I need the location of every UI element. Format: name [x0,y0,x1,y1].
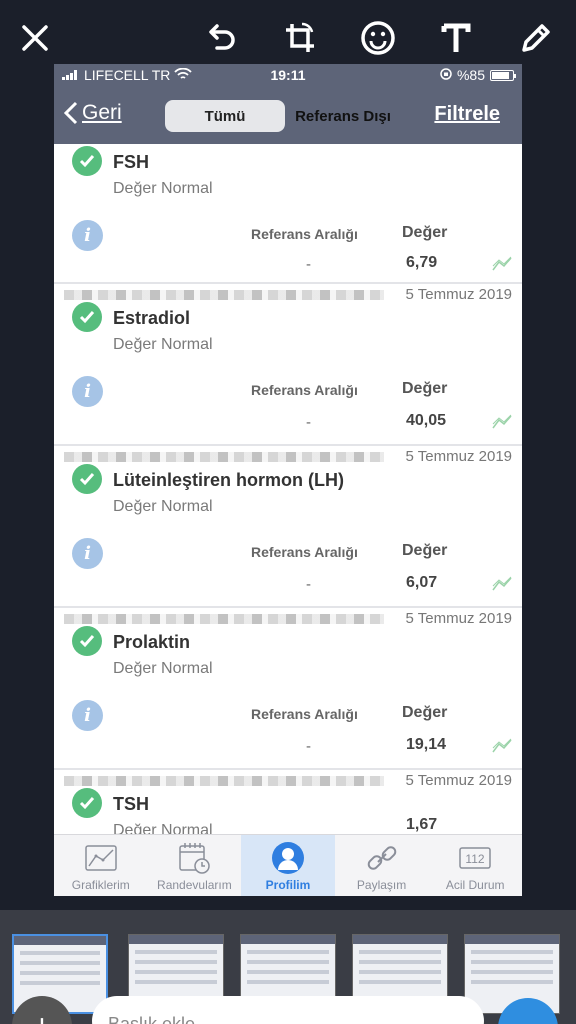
nav-bar: Geri Tümü Referans Dışı Filtrele [54,86,522,144]
emoji-icon[interactable] [356,16,400,60]
ref-range-label: Referans Aralığı [251,544,358,560]
test-value: 6,07 [406,574,438,591]
result-date: 5 Temmuz 2019 [405,772,512,789]
segment-out-of-range[interactable]: Referans Dışı [285,100,401,132]
ref-range-label: Referans Aralığı [251,226,358,242]
segmented-control: Tümü Referans Dışı [165,100,401,132]
profile-icon [271,842,304,874]
ref-range-value: - [306,576,311,593]
chart-icon [85,845,117,871]
test-name: TSH [113,794,149,814]
test-value: 1,67 [406,816,438,833]
test-value: 6,79 [406,254,438,271]
redacted-text [64,290,384,300]
ref-range-value: - [306,738,311,755]
result-card[interactable]: 5 Temmuz 2019 Prolaktin Değer Normal i R… [54,608,522,770]
result-card[interactable]: 5 Temmuz 2019 Estradiol Değer Normal i R… [54,284,522,446]
trend-icon[interactable] [492,576,512,592]
segment-all[interactable]: Tümü [165,100,285,132]
test-status: Değer Normal [113,336,213,353]
ref-range-label: Referans Aralığı [251,706,358,722]
value-label: Değer [402,542,448,559]
test-status: Değer Normal [113,660,213,677]
check-icon [72,788,102,818]
chevron-left-icon [64,101,78,125]
test-name: Prolaktin [113,632,191,652]
trend-icon[interactable] [492,414,512,430]
emergency-112-icon: 112 [459,847,491,869]
result-date: 5 Temmuz 2019 [405,286,512,303]
trend-icon[interactable] [492,256,512,272]
thumbnail-strip: + Başlık ekle... [0,910,576,1024]
tab-label: Profilim [265,878,311,892]
ref-range-value: - [306,256,311,273]
test-name: Estradiol [113,308,191,328]
tab-charts[interactable]: Grafiklerim [54,835,148,896]
back-button[interactable]: Geri [64,101,122,125]
test-name: Lüteinleştiren hormon (LH) [113,470,344,490]
result-card[interactable]: FSH Değer Normal i Referans Aralığı - De… [54,144,522,284]
check-icon [72,464,102,494]
trend-icon[interactable] [492,738,512,754]
caption-input[interactable]: Başlık ekle... [92,996,484,1024]
check-icon [72,302,102,332]
value-label: Değer [402,704,448,721]
test-status: Değer Normal [113,180,213,197]
info-icon[interactable]: i [72,700,103,731]
calendar-icon [179,843,211,874]
test-value: 40,05 [406,412,447,429]
close-icon[interactable] [13,16,57,60]
info-icon[interactable]: i [72,376,103,407]
carrier-name: LIFECELL TR [84,67,171,83]
tab-bar: Grafiklerim Randevularım Profilim Paylaş… [54,834,522,896]
ref-range-value: - [306,414,311,431]
results-list: FSH Değer Normal i Referans Aralığı - De… [54,144,522,840]
battery-percent: %85 [456,67,485,83]
redacted-text [64,614,384,624]
test-status: Değer Normal [113,498,213,515]
ref-range-label: Referans Aralığı [251,382,358,398]
filter-button[interactable]: Filtrele [434,103,500,126]
tab-profile[interactable]: Profilim [241,835,335,896]
text-icon[interactable] [434,16,478,60]
test-value: 19,14 [406,736,447,753]
result-date: 5 Temmuz 2019 [405,610,512,627]
battery-icon [490,69,516,81]
crop-rotate-icon[interactable] [278,16,322,60]
screenshot: LIFECELL TR 19:11 %85 Geri Tümü Referans… [54,64,522,896]
signal-icon [62,70,77,80]
result-card[interactable]: 5 Temmuz 2019 TSH Değer Normal 1,67 [54,770,522,840]
editor-toolbar [0,0,576,64]
link-icon [367,846,396,870]
tab-label: Grafiklerim [71,878,130,892]
result-date: 5 Temmuz 2019 [405,448,512,465]
info-icon[interactable]: i [72,538,103,569]
tab-emergency[interactable]: 112 Acil Durum [428,835,522,896]
pen-icon[interactable] [514,16,558,60]
value-label: Değer [402,380,448,397]
check-icon [72,146,102,176]
result-card[interactable]: 5 Temmuz 2019 Lüteinleştiren hormon (LH)… [54,446,522,608]
check-icon [72,626,102,656]
redacted-text [64,776,384,786]
undo-icon[interactable] [199,16,243,60]
test-name: FSH [113,152,149,172]
status-bar: LIFECELL TR 19:11 %85 [54,64,522,86]
value-label: Değer [402,224,448,241]
tab-label: Acil Durum [445,878,505,892]
tab-appointments[interactable]: Randevularım [148,835,242,896]
orientation-lock-icon [440,67,452,83]
tab-share[interactable]: Paylaşım [335,835,429,896]
tab-label: Randevularım [157,878,232,892]
tab-label: Paylaşım [356,878,407,892]
back-label: Geri [82,101,122,124]
info-icon[interactable]: i [72,220,103,251]
redacted-text [64,452,384,462]
emergency-badge: 112 [466,852,485,866]
battery-fill [492,71,509,79]
wifi-icon [174,67,193,83]
